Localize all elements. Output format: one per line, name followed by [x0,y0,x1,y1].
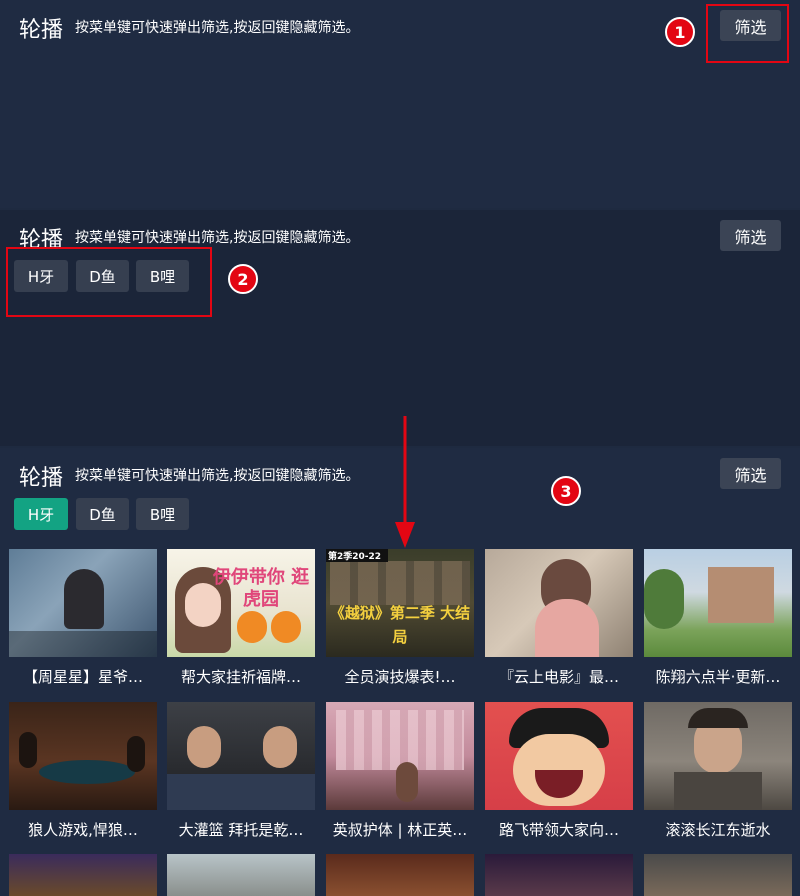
hint-text: 按菜单键可快速弹出筛选,按返回键隐藏筛选。 [75,20,360,36]
video-title: 大灌篮 拜托是乾… [178,821,304,839]
annotation-badge-1: 1 [665,17,695,47]
annotation-badge-2: 2 [228,264,258,294]
video-thumbnail: 伊伊带你 逛虎园 [167,549,315,657]
video-title: 陈翔六点半·更新… [655,668,781,686]
video-thumbnail [167,702,315,810]
video-title: 『云上电影』最… [498,668,619,686]
video-title: 英叔护体 | 林正英… [332,821,468,839]
annotation-badge-3: 3 [551,476,581,506]
video-thumbnail [644,549,792,657]
video-thumbnail [167,854,315,896]
video-thumbnail: 第2季20-22 《越狱》第二季 大结局 [326,549,474,657]
page-title: 轮播 [19,466,64,491]
video-thumbnail [644,854,792,896]
filter-button[interactable]: 筛选 [720,458,781,489]
annotation-arrow [395,416,415,548]
video-title: 全员演技爆表!… [344,668,456,686]
video-thumbnail [485,549,633,657]
page-title: 轮播 [19,18,64,43]
video-title: 帮大家挂祈福牌… [180,668,301,686]
annotation-box [6,247,212,317]
video-title: 【周星星】星爷… [22,668,143,686]
video-thumbnail [9,702,157,810]
tag-d[interactable]: D鱼 [76,498,129,530]
tag-b[interactable]: B哩 [136,498,189,530]
hint-text: 按菜单键可快速弹出筛选,按返回键隐藏筛选。 [75,468,360,484]
video-thumbnail [485,702,633,810]
video-thumbnail [326,854,474,896]
panel-2-filter-open: 轮播 按菜单键可快速弹出筛选,按返回键隐藏筛选。 筛选 H牙 D鱼 B哩 2 [0,210,800,446]
filter-button[interactable]: 筛选 [720,220,781,251]
annotation-box [706,4,789,63]
video-thumbnail [326,702,474,810]
tag-h[interactable]: H牙 [14,498,68,530]
video-title: 滚滚长江东逝水 [665,821,771,839]
thumbnail-subtext: 第2季20-22 [326,549,388,562]
video-thumbnail [485,854,633,896]
video-title: 路飞带领大家向… [498,821,619,839]
thumbnail-text: 《越狱》第二季 大结局 [329,604,471,646]
video-thumbnail [644,702,792,810]
video-thumbnail [9,549,157,657]
thumbnail-text: 伊伊带你 逛虎园 [212,567,310,610]
video-thumbnail [9,854,157,896]
hint-text: 按菜单键可快速弹出筛选,按返回键隐藏筛选。 [75,230,360,246]
panel-1-filter-hidden: 轮播 按菜单键可快速弹出筛选,按返回键隐藏筛选。 筛选 1 [0,0,800,208]
video-title: 狼人游戏,悍狼… [28,821,138,839]
